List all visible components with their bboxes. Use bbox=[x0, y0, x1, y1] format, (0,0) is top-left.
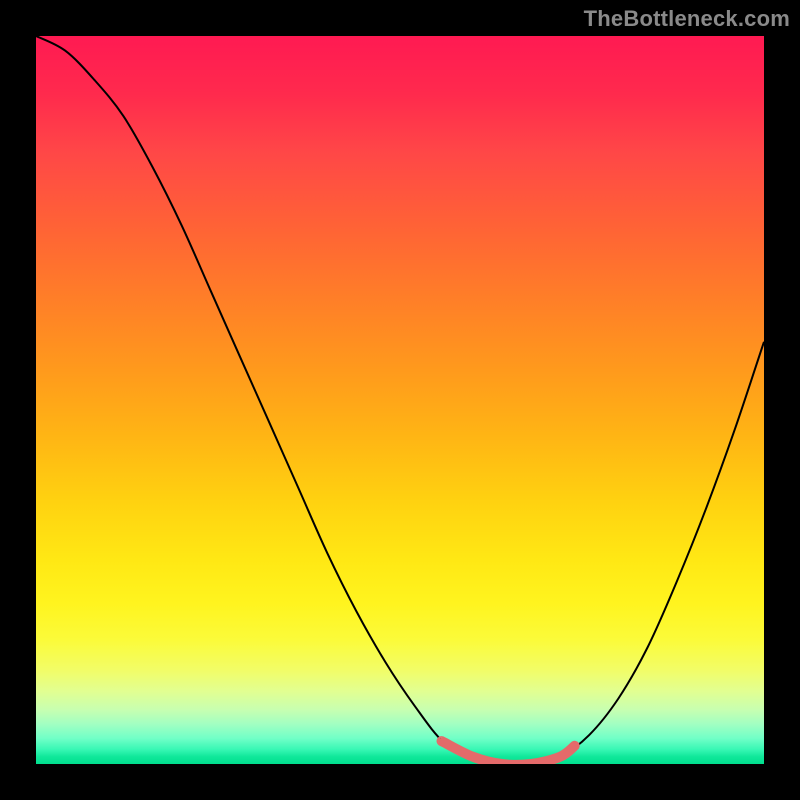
watermark-text: TheBottleneck.com bbox=[584, 6, 790, 32]
plot-area bbox=[36, 36, 764, 764]
chart-frame: TheBottleneck.com bbox=[0, 0, 800, 800]
bottleneck-curve bbox=[36, 36, 764, 764]
chart-svg bbox=[36, 36, 764, 764]
highlight-segment bbox=[442, 741, 575, 764]
